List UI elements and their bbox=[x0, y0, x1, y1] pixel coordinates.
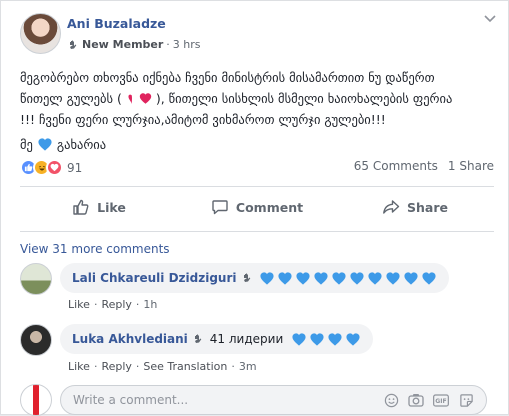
see-translation-link[interactable]: See Translation bbox=[143, 360, 227, 373]
emoji-icon[interactable] bbox=[383, 392, 399, 408]
post-time[interactable]: 3 hrs bbox=[173, 38, 201, 51]
blue-heart-icon bbox=[259, 271, 274, 285]
post-line-1: მეგობრებო თხოვნა იქნება ჩვენი მინისტრის … bbox=[20, 70, 435, 85]
post-text: მეგობრებო თხოვნა იქნება ჩვენი მინისტრის … bbox=[20, 67, 498, 155]
post-line-2: წითელ გულებს ( ), წითელი სისხლის მსმელი … bbox=[20, 91, 453, 106]
share-arrow-icon bbox=[383, 200, 400, 214]
commenter-avatar[interactable] bbox=[20, 324, 52, 356]
blue-heart-icon bbox=[346, 332, 360, 346]
dot-separator: · bbox=[166, 38, 170, 51]
reactions-summary[interactable]: 91 bbox=[20, 159, 82, 176]
blue-heart-icon bbox=[313, 271, 328, 285]
comment-actions: Like · Reply · See Translation · 3m bbox=[68, 360, 257, 373]
author-avatar[interactable] bbox=[20, 13, 61, 54]
chevron-down-icon[interactable] bbox=[484, 15, 496, 23]
comments-count-link[interactable]: 65 Comments bbox=[354, 159, 438, 173]
post-card: Ani Buzaladze New Member · 3 hrs მეგობრე… bbox=[0, 0, 509, 416]
blue-heart-icon bbox=[421, 271, 436, 285]
like-button[interactable]: Like bbox=[20, 191, 178, 223]
comment-time[interactable]: 1h bbox=[143, 298, 157, 311]
shares-count-link[interactable]: 1 Share bbox=[448, 159, 494, 173]
camera-icon[interactable] bbox=[408, 392, 424, 408]
blue-heart-icon bbox=[403, 271, 418, 285]
comment-input-placeholder: Write a comment... bbox=[73, 393, 189, 407]
commenter-avatar[interactable] bbox=[20, 263, 52, 295]
post-line-3: !!! ჩვენი ფერი ლურჯია,ამიტომ ვიხმაროთ ლუ… bbox=[20, 112, 386, 127]
red-heart-icon bbox=[139, 93, 152, 104]
comment-text: 41 лидерии bbox=[192, 332, 361, 347]
post-actions: Like Comment Share bbox=[20, 191, 494, 223]
author-name[interactable]: Ani Buzaladze bbox=[67, 16, 166, 31]
sticker-icon[interactable] bbox=[458, 392, 474, 408]
comment-bubble-icon bbox=[212, 200, 228, 215]
blue-heart-icon bbox=[292, 332, 306, 346]
reaction-count: 91 bbox=[67, 160, 83, 175]
red-heart-icon bbox=[128, 94, 132, 105]
blue-heart-icon bbox=[328, 332, 342, 346]
comment-hearts bbox=[241, 271, 437, 286]
blue-heart-icon bbox=[310, 332, 324, 346]
love-reaction-icon bbox=[46, 159, 63, 176]
comment-item: Lali Chkareuli Dzidziguri bbox=[20, 263, 449, 295]
comment-button[interactable]: Comment bbox=[178, 191, 336, 223]
blue-heart-icon bbox=[331, 271, 346, 285]
post-stats: 65 Comments 1 Share bbox=[354, 159, 494, 173]
comment-input[interactable]: Write a comment... GIF bbox=[60, 385, 487, 415]
write-comment-row: Write a comment... GIF bbox=[20, 384, 487, 416]
commenter-name[interactable]: Lali Chkareuli Dzidziguri bbox=[72, 271, 237, 285]
blue-heart-icon bbox=[349, 271, 364, 285]
share-button[interactable]: Share bbox=[336, 191, 494, 223]
comment-item: Luka Akhvlediani 41 лидерии bbox=[20, 324, 374, 356]
gif-icon[interactable]: GIF bbox=[433, 392, 449, 408]
comment-bubble: Lali Chkareuli Dzidziguri bbox=[60, 263, 449, 293]
comment-actions: Like · Reply · 1h bbox=[68, 298, 158, 311]
comment-like-link[interactable]: Like bbox=[68, 298, 90, 311]
comment-bubble: Luka Akhvlediani 41 лидерии bbox=[60, 324, 374, 354]
commenter-name[interactable]: Luka Akhvlediani bbox=[72, 332, 188, 346]
comment-input-tools: GIF bbox=[383, 392, 474, 408]
divider bbox=[20, 186, 494, 187]
svg-text:GIF: GIF bbox=[435, 398, 446, 405]
post-meta: New Member · 3 hrs bbox=[67, 38, 201, 51]
blue-heart-icon bbox=[295, 271, 310, 285]
post-line-4: მე გახარია bbox=[20, 137, 107, 152]
member-badge: New Member bbox=[82, 38, 164, 51]
comment-time[interactable]: 3m bbox=[239, 360, 257, 373]
comment-reply-link[interactable]: Reply bbox=[101, 298, 131, 311]
view-more-comments-link[interactable]: View 31 more comments bbox=[20, 242, 170, 256]
blue-heart-icon bbox=[385, 271, 400, 285]
member-hand-icon bbox=[70, 40, 77, 49]
member-hand-icon bbox=[194, 334, 202, 343]
divider bbox=[20, 231, 494, 232]
member-hand-icon bbox=[243, 273, 250, 282]
comment-reply-link[interactable]: Reply bbox=[101, 360, 131, 373]
blue-heart-icon bbox=[38, 138, 52, 151]
blue-heart-icon bbox=[367, 271, 382, 285]
blue-heart-icon bbox=[277, 271, 292, 285]
comment-like-link[interactable]: Like bbox=[68, 360, 90, 373]
current-user-avatar[interactable] bbox=[20, 384, 52, 416]
thumbs-up-icon bbox=[73, 199, 89, 215]
